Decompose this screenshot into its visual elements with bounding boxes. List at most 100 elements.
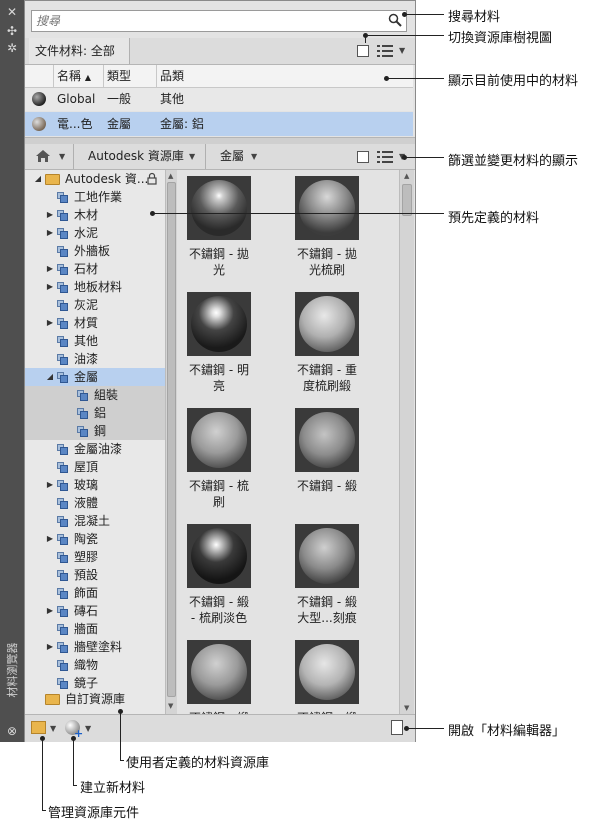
material-tile[interactable]: 不鏽鋼 - 緞 [177,640,267,714]
scroll-up-icon[interactable]: ▲ [404,172,409,180]
scroll-up-icon[interactable]: ▲ [168,172,173,180]
breadcrumb-caret-icon[interactable]: ▼ [251,152,257,161]
tree-item[interactable]: 混凝土 [25,512,165,530]
document-filter-dropdown[interactable]: 文件材料: 全部 [29,38,130,64]
expand-icon[interactable]: ▶ [45,206,55,224]
tree-item[interactable]: 飾面 [25,584,165,602]
tree-subitem[interactable]: 組裝 [25,386,165,404]
search-field[interactable] [31,10,407,32]
tree-item[interactable]: ▶ 地板材料 [25,278,165,296]
settings-icon[interactable]: ⊗ [4,724,20,738]
expand-icon[interactable]: ▶ [45,602,55,620]
material-tile[interactable]: 不鏽鋼 - 緞 [279,640,375,714]
toggle-tree-icon[interactable] [357,151,369,163]
expand-icon[interactable]: ▶ [45,314,55,332]
callout-line [404,157,444,158]
library-breadcrumb-bar: ▼ Autodesk 資源庫 ▼ 金屬 ▼ ▼ [25,144,415,170]
view-options-caret-icon[interactable]: ▼ [399,46,405,55]
callout-line [152,213,444,214]
library-category-icon [57,498,68,509]
tree-item[interactable]: 外牆板 [25,242,165,260]
material-tile[interactable]: 不鏽鋼 - 緞 - 梳刷淡色 [177,524,267,634]
grid-scrollbar[interactable]: ▲ ▼ [399,170,414,714]
table-row[interactable]: Global 一般 其他 [25,88,413,111]
column-type[interactable]: 類型 [107,65,131,87]
breadcrumb-item-library[interactable]: Autodesk 資源庫 [73,144,204,169]
column-name[interactable]: 名稱 ▲ [57,65,91,87]
material-name-line2: 度梳刷緞 [302,379,351,393]
view-list-icon[interactable] [377,151,393,163]
home-icon[interactable] [35,149,51,163]
tree-item[interactable]: ▶ 材質 [25,314,165,332]
scroll-down-icon[interactable]: ▼ [168,702,173,710]
tree-item[interactable]: 塑膠 [25,548,165,566]
tree-item[interactable]: ▶ 玻璃 [25,476,165,494]
tree-item[interactable]: ◢ 金屬 [25,368,165,386]
expand-icon[interactable]: ▶ [45,530,55,548]
tree-scrollbar[interactable]: ▲ ▼ [165,170,177,714]
row-name: 電...色 [57,117,93,131]
material-tile[interactable]: 不鏽鋼 - 拋光 [177,176,267,286]
material-editor-icon[interactable] [391,720,403,735]
row-type: 金屬 [107,117,132,131]
toggle-tree-icon[interactable] [357,45,369,57]
autohide-icon[interactable]: ✣ [4,24,20,38]
material-tile[interactable]: 不鏽鋼 - 拋光梳刷 [279,176,375,286]
tree-item[interactable]: 灰泥 [25,296,165,314]
callout-line [404,14,444,15]
tree-item[interactable]: ▶ 石材 [25,260,165,278]
tree-item[interactable]: 液體 [25,494,165,512]
tree-scroll-thumb[interactable] [167,182,176,697]
tree-item[interactable]: ▶ 水泥 [25,224,165,242]
tree-item[interactable]: 預設 [25,566,165,584]
tree-item-label: 玻璃 [74,478,99,492]
scroll-down-icon[interactable]: ▼ [404,704,409,712]
search-icon[interactable] [388,13,402,27]
tree-item[interactable]: ▶ 磚石 [25,602,165,620]
table-row[interactable]: 電...色 金屬 金屬: 鋁 [25,112,413,136]
create-material-caret-icon[interactable]: ▼ [85,724,91,733]
tree-item[interactable]: 屋頂 [25,458,165,476]
breadcrumb-caret-icon[interactable]: ▼ [189,152,195,161]
collapse-icon[interactable]: ◢ [33,170,43,188]
tree-custom-library[interactable]: 自訂資源庫 [25,690,165,708]
material-swatch-icon [32,117,46,131]
close-icon[interactable]: ✕ [4,5,20,19]
material-tile[interactable]: 不鏽鋼 - 緞大型...刻痕 [279,524,375,634]
tree-item[interactable]: 油漆 [25,350,165,368]
manage-library-icon[interactable] [31,721,46,734]
collapse-icon[interactable]: ◢ [45,368,55,386]
material-tile[interactable]: 不鏽鋼 - 重度梳刷緞 [279,292,375,402]
grid-scroll-thumb[interactable] [402,184,412,216]
material-tile[interactable]: 不鏽鋼 - 明亮 [177,292,267,402]
expand-icon[interactable]: ▶ [45,260,55,278]
expand-icon[interactable]: ▶ [45,476,55,494]
tree-item[interactable]: 其他 [25,332,165,350]
tree-subitem[interactable]: 鋁 [25,404,165,422]
view-list-icon[interactable] [377,45,393,57]
material-preview [187,408,251,472]
tree-item-label: 鋁 [94,406,107,420]
search-input[interactable] [32,11,380,31]
tree-item[interactable]: ▶ 牆壁塗料 [25,638,165,656]
tree-item[interactable]: 金屬油漆 [25,440,165,458]
tree-item[interactable]: ▶ 陶瓷 [25,530,165,548]
tree-item[interactable]: 織物 [25,656,165,674]
material-tile[interactable]: 不鏽鋼 - 緞 [279,408,375,518]
column-category[interactable]: 品類 [160,65,184,87]
tree-item[interactable]: 牆面 [25,620,165,638]
expand-icon[interactable]: ▶ [45,278,55,296]
manage-library-caret-icon[interactable]: ▼ [50,724,56,733]
tree-item[interactable]: 工地作業 [25,188,165,206]
material-tile[interactable]: 不鏽鋼 - 梳刷 [177,408,267,518]
expand-icon[interactable]: ▶ [45,224,55,242]
tree-root-autodesk[interactable]: ◢ Autodesk 資... [25,170,165,188]
tree-subitem[interactable]: 鋼 [25,422,165,440]
tree-item-label: 地板材料 [74,280,123,294]
tree-item[interactable]: ▶ 木材 [25,206,165,224]
folder-icon [45,694,60,705]
expand-icon[interactable]: ▶ [45,638,55,656]
bottom-toolbar: ▼ + ▼ [25,714,415,742]
breadcrumb-caret-icon[interactable]: ▼ [59,152,65,161]
properties-icon[interactable]: ✲ [4,41,20,55]
